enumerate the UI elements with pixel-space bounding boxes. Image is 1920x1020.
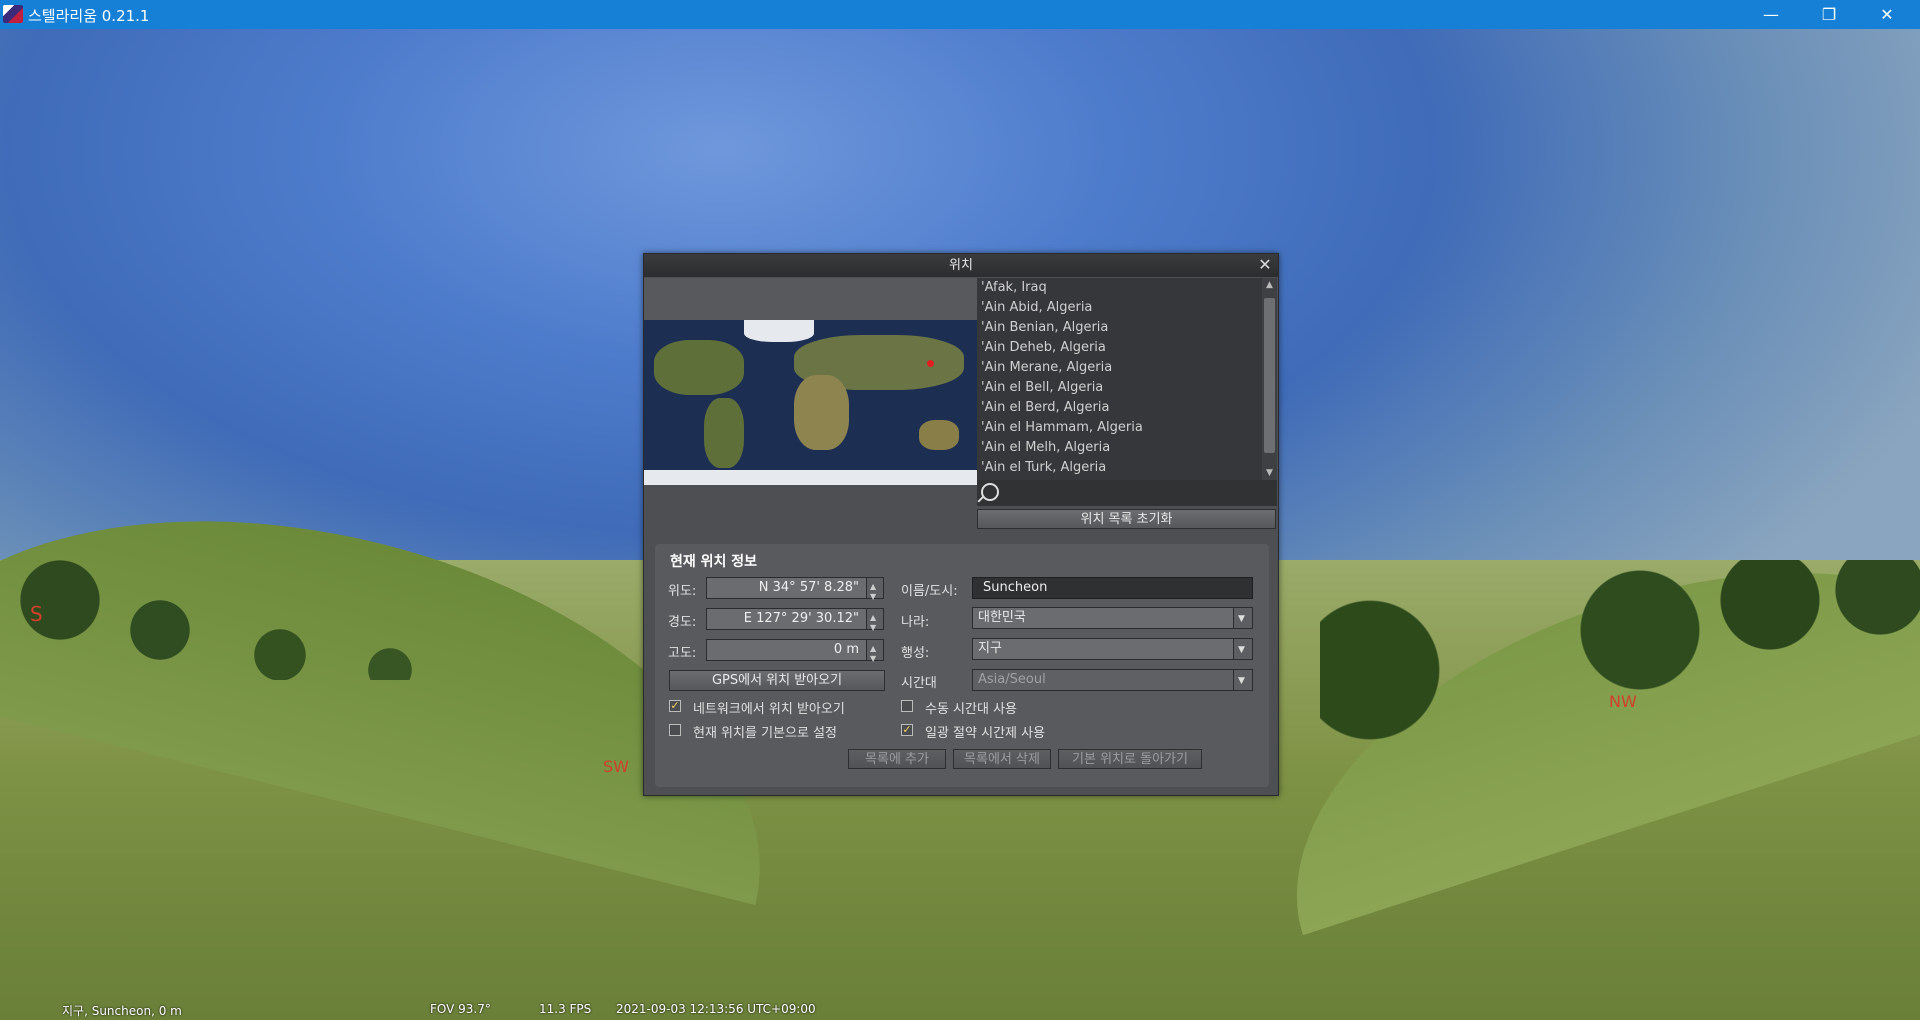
chevron-down-icon[interactable] (1233, 670, 1252, 691)
compass-south: S (30, 602, 43, 626)
search-icon (981, 483, 999, 501)
map-south-america (704, 398, 744, 468)
longitude-label: 경도: (668, 615, 697, 630)
window-title: 스텔라리움 0.21.1 (28, 7, 150, 25)
manual-timezone-label: 수동 시간대 사용 (925, 702, 1017, 717)
dialog-close-icon[interactable]: ✕ (1256, 256, 1274, 274)
location-search-input[interactable] (977, 480, 1277, 506)
map-africa (794, 375, 849, 450)
planet-label: 행성: (901, 646, 930, 661)
timezone-label: 시간대 (901, 676, 937, 691)
compass-southwest: SW (603, 757, 629, 776)
landscape-trees-left (0, 560, 600, 680)
status-bar: 지구, Suncheon, 0 m FOV 93.7° 11.3 FPS 202… (0, 998, 1920, 1020)
chevron-down-icon[interactable] (1233, 608, 1252, 629)
timezone-value: Asia/Seoul (978, 672, 1046, 687)
map-australia (919, 420, 959, 450)
landscape-trees-right (1320, 560, 1920, 740)
scrollbar-thumb[interactable] (1264, 298, 1275, 453)
list-item[interactable]: 'Ain Benian, Algeria (977, 318, 1262, 338)
list-item[interactable]: 'Ain el Turk, Algeria (977, 458, 1262, 478)
planet-select[interactable]: 지구 (972, 638, 1253, 660)
country-select[interactable]: 대한민국 (972, 607, 1253, 629)
map-greenland (744, 320, 814, 342)
map-header-area (644, 278, 977, 320)
stellarium-app-icon (3, 5, 23, 23)
map-antarctica (644, 470, 977, 485)
location-list-scrollbar[interactable]: ▲ ▼ (1262, 278, 1277, 480)
list-item[interactable]: 'Ain Merane, Algeria (977, 358, 1262, 378)
country-value: 대한민국 (978, 610, 1026, 625)
list-item[interactable]: 'Afak, Iraq (977, 278, 1262, 298)
status-datetime: 2021-09-03 12:13:56 UTC+09:00 (616, 1002, 816, 1016)
list-item[interactable]: 'Ain el Melh, Algeria (977, 438, 1262, 458)
map-north-america (654, 340, 744, 395)
dst-checkbox[interactable]: ✓ (901, 724, 913, 736)
scroll-down-icon[interactable]: ▼ (1262, 466, 1277, 480)
longitude-spinbox[interactable]: E 127° 29' 30.12" (706, 608, 884, 638)
altitude-spinbox[interactable]: 0 m (706, 639, 884, 669)
manual-timezone-checkbox[interactable] (901, 700, 913, 712)
location-dialog: 위치 ✕ 'Afak, Iraq 'Ain Abid, Algeria 'Ain… (643, 253, 1279, 796)
return-default-location-button[interactable]: 기본 위치로 돌아가기 (1058, 749, 1202, 769)
dst-label: 일광 절약 시간제 사용 (925, 726, 1046, 741)
gps-location-button[interactable]: GPS에서 위치 받아오기 (669, 670, 885, 691)
minimize-button[interactable]: — (1742, 0, 1800, 29)
status-location: 지구, Suncheon, 0 m (62, 1004, 182, 1018)
latitude-spinbox[interactable]: N 34° 57' 8.28" (706, 577, 884, 607)
set-default-label: 현재 위치를 기본으로 설정 (693, 726, 837, 741)
dialog-title[interactable]: 위치 (644, 254, 1278, 277)
longitude-value: E 127° 29' 30.12" (743, 611, 859, 626)
name-label: 이름/도시: (901, 584, 958, 599)
latitude-stepper-icon[interactable] (866, 577, 883, 607)
list-item[interactable]: 'Ain Deheb, Algeria (977, 338, 1262, 358)
network-location-label: 네트워크에서 위치 받아오기 (693, 702, 845, 717)
delete-from-list-button[interactable]: 목록에서 삭제 (953, 749, 1051, 769)
country-label: 나라: (901, 615, 930, 630)
current-location-group: 현재 위치 정보 위도: N 34° 57' 8.28" 경도: E 127° … (655, 544, 1269, 787)
group-title: 현재 위치 정보 (670, 554, 758, 570)
network-location-checkbox[interactable]: ✓ (669, 700, 681, 712)
city-name-input[interactable]: Suncheon (972, 577, 1253, 599)
list-item[interactable]: 'Ain el Hammam, Algeria (977, 418, 1262, 438)
compass-northwest: NW (1609, 692, 1637, 711)
list-item[interactable]: 'Ain el Bell, Algeria (977, 378, 1262, 398)
altitude-label: 고도: (668, 646, 697, 661)
title-bar: 스텔라리움 0.21.1 — ❐ ✕ (0, 0, 1920, 29)
altitude-value: 0 m (833, 642, 859, 657)
list-item[interactable]: 'Ain el Berd, Algeria (977, 398, 1262, 418)
location-list[interactable]: 'Afak, Iraq 'Ain Abid, Algeria 'Ain Beni… (977, 278, 1262, 480)
altitude-stepper-icon[interactable] (866, 639, 883, 669)
reset-location-list-button[interactable]: 위치 목록 초기화 (977, 509, 1276, 529)
latitude-label: 위도: (668, 584, 697, 599)
chevron-down-icon[interactable] (1233, 639, 1252, 660)
status-fps: 11.3 FPS (539, 1002, 592, 1016)
timezone-select[interactable]: Asia/Seoul (972, 669, 1253, 691)
status-fov: FOV 93.7° (430, 1002, 491, 1016)
set-default-checkbox[interactable] (669, 724, 681, 736)
location-marker (927, 360, 934, 367)
restore-button[interactable]: ❐ (1800, 0, 1858, 29)
list-item[interactable]: 'Ain Abid, Algeria (977, 298, 1262, 318)
longitude-stepper-icon[interactable] (866, 608, 883, 638)
close-window-button[interactable]: ✕ (1858, 0, 1916, 29)
scroll-up-icon[interactable]: ▲ (1262, 278, 1277, 292)
latitude-value: N 34° 57' 8.28" (758, 580, 859, 595)
planet-value: 지구 (978, 641, 1002, 656)
add-to-list-button[interactable]: 목록에 추가 (848, 749, 946, 769)
world-map[interactable] (644, 320, 977, 485)
